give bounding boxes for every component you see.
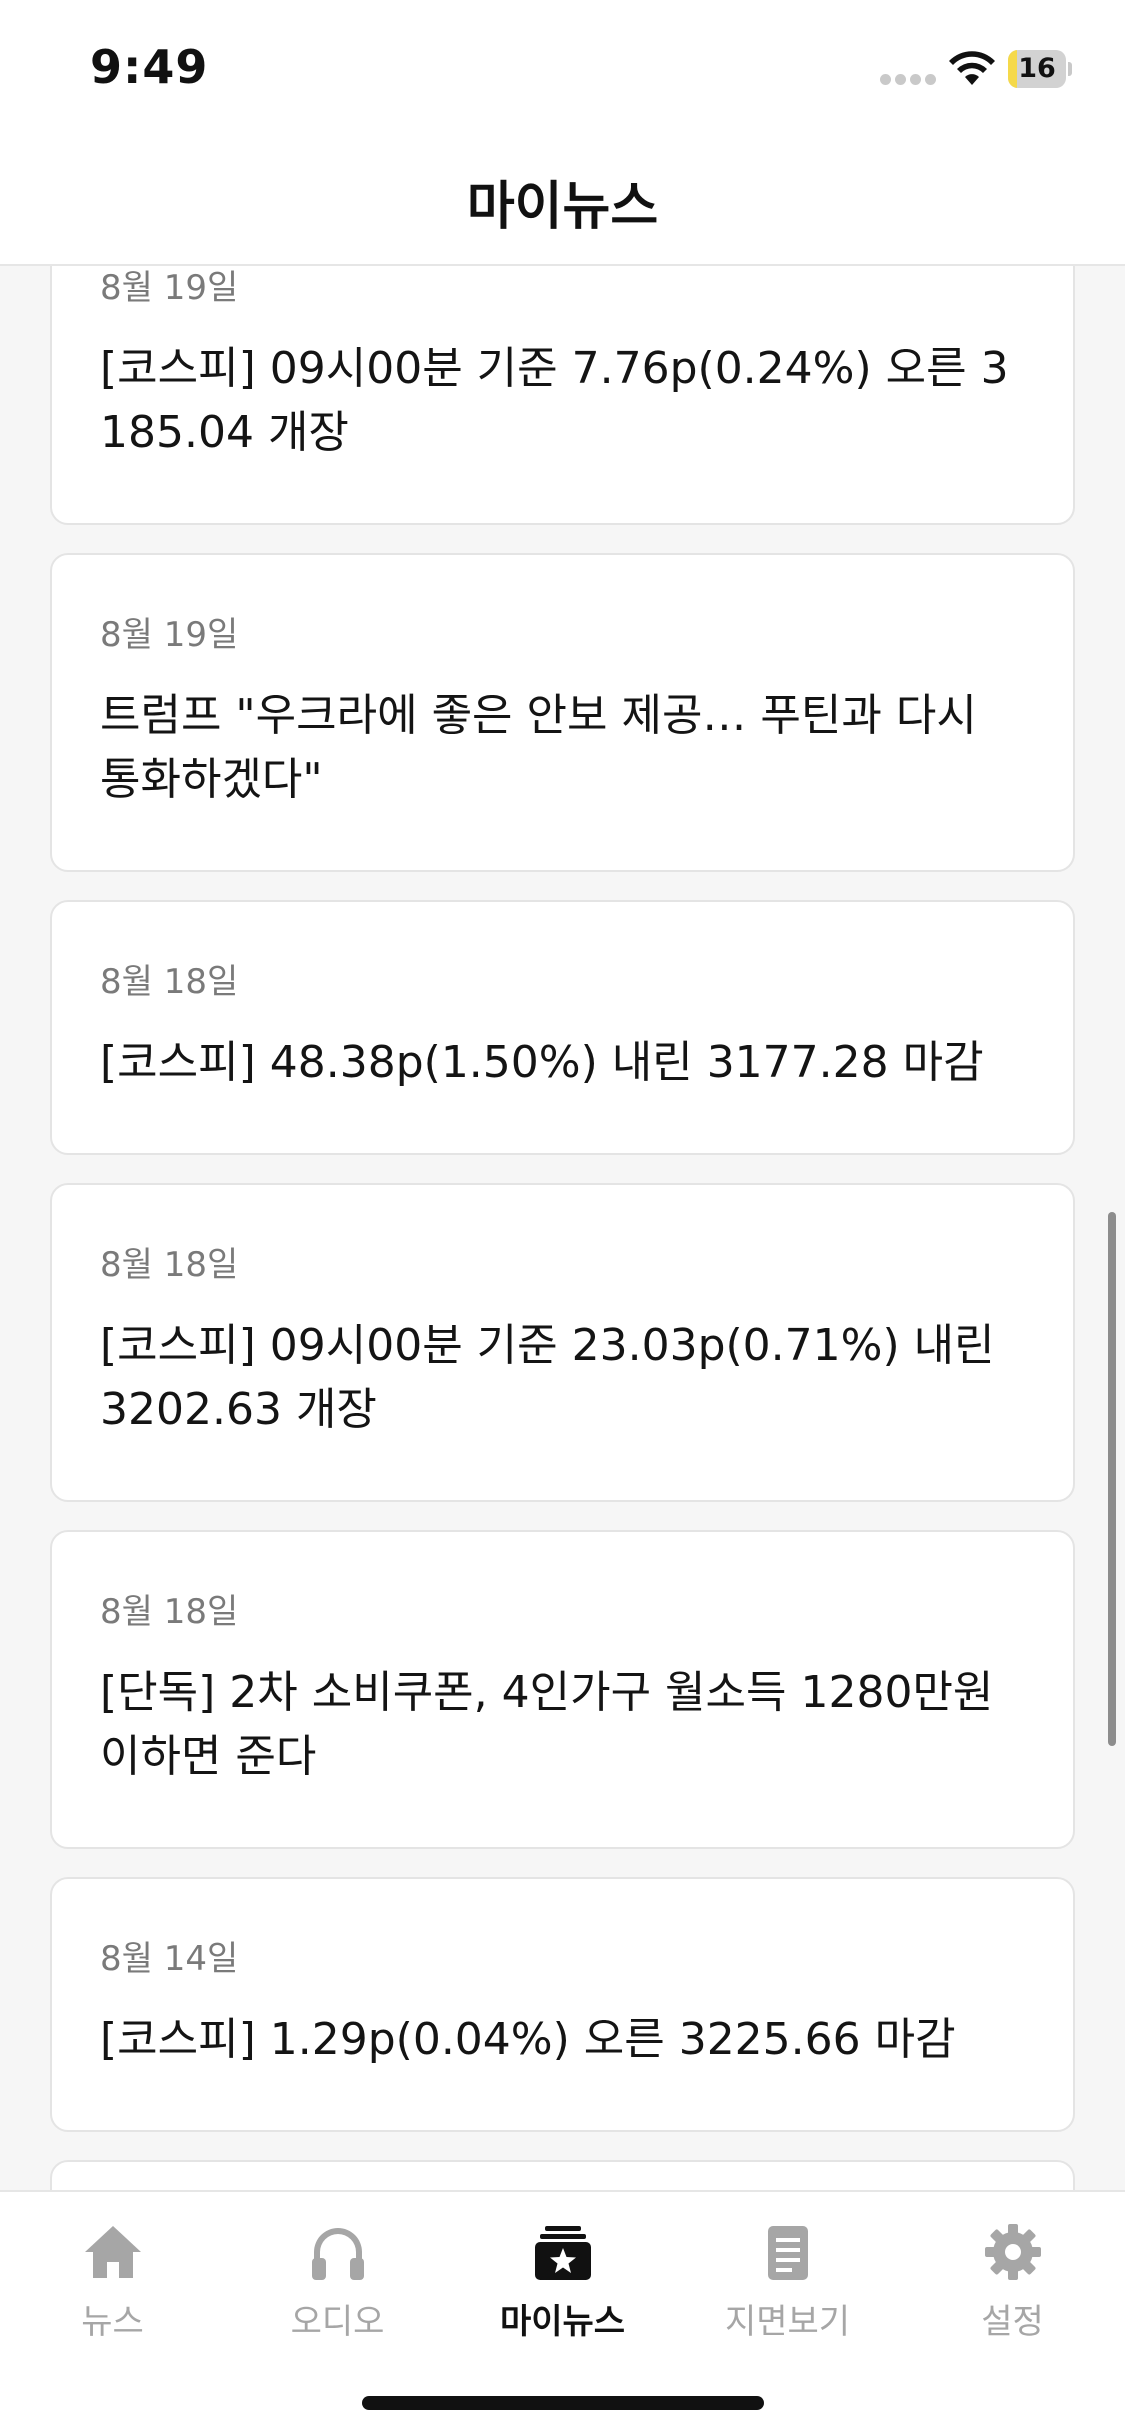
news-card[interactable]: 8월 18일 [코스피] 48.38p(1.50%) 내린 3177.28 마감 xyxy=(50,900,1075,1155)
news-title[interactable]: 트럼프 "우크라에 좋은 안보 제공… 푸틴과 다시 통화하겠다" xyxy=(100,684,1025,812)
gear-icon xyxy=(984,2224,1041,2280)
app-screen: 9:49 16 마이뉴스 8월 19일 [코스피] 09시00분 기준 7.76… xyxy=(0,0,1125,2436)
home-icon xyxy=(84,2226,141,2278)
nav-header: 마이뉴스 xyxy=(0,134,1125,266)
tab-news[interactable]: 뉴스 xyxy=(0,2220,225,2370)
tab-label: 설정 xyxy=(981,2302,1044,2342)
news-title[interactable]: [코스피] 48.38p(1.50%) 내린 3177.28 마감 xyxy=(100,1031,1025,1095)
news-card[interactable]: 8월 18일 [단독] 2차 소비쿠폰, 4인가구 월소득 1280만원 이하면… xyxy=(50,1530,1075,1849)
cellular-dots-icon xyxy=(880,74,936,86)
news-card[interactable]: 8월 19일 트럼프 "우크라에 좋은 안보 제공… 푸틴과 다시 통화하겠다" xyxy=(50,553,1075,872)
tab-mynews[interactable]: 마이뉴스 xyxy=(450,2220,675,2370)
battery-level: 16 xyxy=(1018,53,1056,84)
news-card[interactable]: 8월 14일 [코스피] 1.29p(0.04%) 오른 3225.66 마감 xyxy=(50,1877,1075,2132)
news-title[interactable]: [코스피] 1.29p(0.04%) 오른 3225.66 마감 xyxy=(100,2008,1025,2072)
scrollbar[interactable] xyxy=(1108,1212,1116,1746)
news-card[interactable]: 8월 18일 [코스피] 09시00분 기준 23.03p(0.71%) 내린 … xyxy=(50,1183,1075,1502)
page-title: 마이뉴스 xyxy=(466,177,659,237)
tab-label: 지면보기 xyxy=(724,2302,851,2342)
tab-label: 마이뉴스 xyxy=(499,2302,626,2342)
headphones-icon xyxy=(311,2228,364,2280)
tab-label: 오디오 xyxy=(290,2302,385,2342)
news-title[interactable]: [코스피] 09시00분 기준 23.03p(0.71%) 내린 3202.63… xyxy=(100,1314,1025,1442)
news-title[interactable]: [단독] 2차 소비쿠폰, 4인가구 월소득 1280만원 이하면 준다 xyxy=(100,1661,1025,1789)
news-date: 8월 18일 xyxy=(100,1592,239,1632)
news-feed[interactable]: 8월 19일 [코스피] 09시00분 기준 7.76p(0.24%) 오른 3… xyxy=(0,266,1125,2190)
star-archive-icon xyxy=(534,2226,591,2280)
tab-print-edition[interactable]: 지면보기 xyxy=(675,2220,900,2370)
news-date: 8월 18일 xyxy=(100,962,239,1002)
document-icon xyxy=(767,2226,808,2280)
tab-settings[interactable]: 설정 xyxy=(900,2220,1125,2370)
status-bar: 9:49 16 xyxy=(0,0,1125,134)
tab-label: 뉴스 xyxy=(81,2302,144,2342)
news-date: 8월 19일 xyxy=(100,268,239,308)
news-card[interactable]: 8월 19일 [코스피] 09시00분 기준 7.76p(0.24%) 오른 3… xyxy=(50,266,1075,525)
news-date: 8월 19일 xyxy=(100,615,239,655)
home-indicator[interactable] xyxy=(362,2396,764,2410)
wifi-icon xyxy=(949,51,995,85)
news-card[interactable] xyxy=(50,2160,1075,2190)
news-date: 8월 14일 xyxy=(100,1939,239,1979)
news-title[interactable]: [코스피] 09시00분 기준 7.76p(0.24%) 오른 3185.04 … xyxy=(100,337,1025,465)
tab-audio[interactable]: 오디오 xyxy=(225,2220,450,2370)
battery-indicator: 16 xyxy=(1008,50,1072,88)
news-date: 8월 18일 xyxy=(100,1245,239,1285)
status-time: 9:49 xyxy=(90,40,209,94)
